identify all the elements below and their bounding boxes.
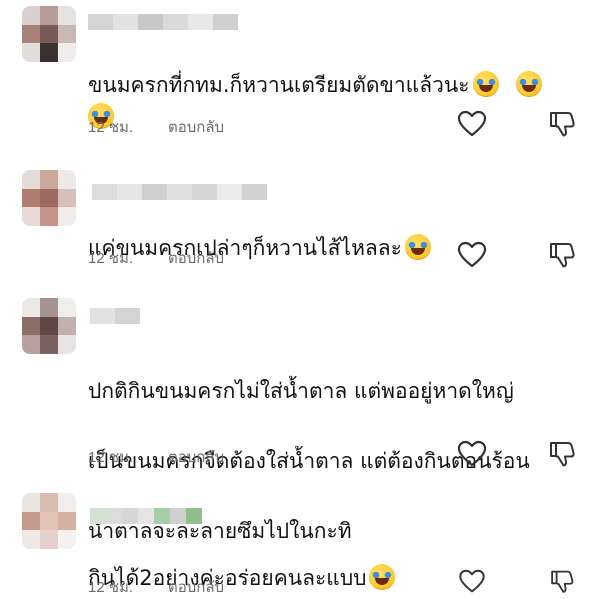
- reply-button[interactable]: ตอบกลับ: [168, 119, 224, 136]
- username-blurred[interactable]: [90, 508, 202, 524]
- heart-icon[interactable]: [457, 568, 487, 595]
- username-blurred[interactable]: [88, 14, 238, 30]
- face-with-tears-of-joy-icon: [404, 234, 431, 260]
- comment-time: 12 ชม.: [88, 119, 134, 136]
- thumbs-down-icon[interactable]: [547, 240, 577, 270]
- heart-icon[interactable]: [457, 109, 487, 139]
- avatar[interactable]: [22, 170, 76, 226]
- comment-meta: 12 ชม. ตอบกลับ: [88, 575, 224, 599]
- comment-meta: 12 ชม. ตอบกลับ: [88, 246, 224, 270]
- comment-meta: 12 ชม. ตอบกลับ: [88, 445, 224, 469]
- comment-meta: 12 ชม. ตอบกลับ: [88, 115, 224, 139]
- heart-icon[interactable]: [457, 240, 487, 270]
- avatar[interactable]: [22, 298, 76, 354]
- thumbs-down-icon[interactable]: [547, 568, 577, 595]
- comment-time: 12 ชม.: [88, 250, 134, 267]
- face-with-tears-of-joy-icon: [369, 564, 396, 590]
- avatar[interactable]: [22, 6, 76, 62]
- reply-button[interactable]: ตอบกลับ: [168, 250, 224, 267]
- comment-text-line: ปกติกินขนมครกไม่ใส่น้ำตาล แต่พออยู่หาดให…: [88, 379, 514, 403]
- username-blurred[interactable]: [92, 184, 267, 200]
- thumbs-down-icon[interactable]: [547, 109, 577, 139]
- avatar[interactable]: [22, 493, 76, 549]
- heart-icon[interactable]: [457, 439, 487, 469]
- username-blurred[interactable]: [90, 308, 140, 324]
- reply-button[interactable]: ตอบกลับ: [168, 579, 224, 596]
- reply-button[interactable]: ตอบกลับ: [168, 449, 224, 466]
- comment-time: 12 ชม.: [88, 579, 134, 596]
- thumbs-down-icon[interactable]: [547, 439, 577, 469]
- comment-time: 12 ชม.: [88, 449, 134, 466]
